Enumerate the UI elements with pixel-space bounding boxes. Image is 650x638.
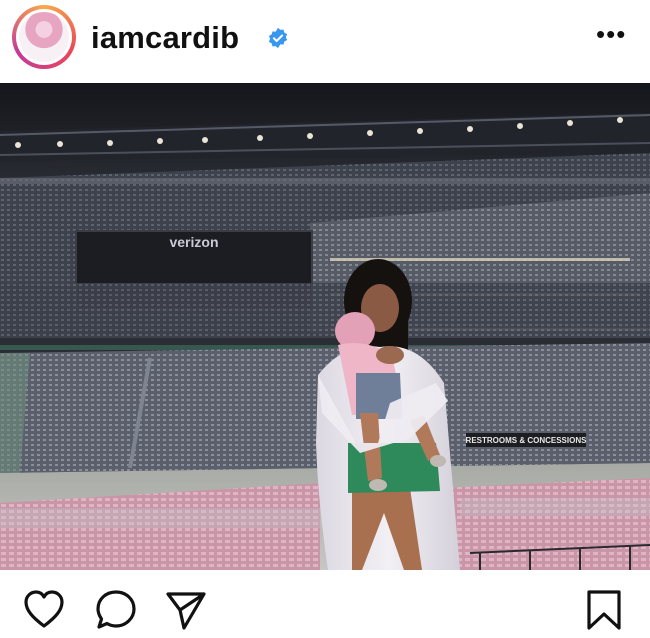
stadium-photo: verizon RESTROOMS & CONCESSIONS: [0, 83, 650, 570]
post-photo[interactable]: verizon RESTROOMS & CONCESSIONS: [0, 83, 650, 570]
scoreboard-logo: verizon: [169, 234, 218, 250]
username-link[interactable]: iamcardib: [91, 20, 239, 56]
bookmark-icon[interactable]: [582, 588, 626, 632]
avatar[interactable]: [12, 5, 76, 69]
avatar-image: [19, 12, 69, 62]
action-bar: [0, 572, 650, 638]
avatar-frame: [16, 9, 72, 65]
heart-icon[interactable]: [22, 588, 66, 632]
restrooms-sign: RESTROOMS & CONCESSIONS: [466, 436, 588, 445]
verified-badge-icon: [268, 27, 288, 49]
post-header: iamcardib •••: [0, 0, 650, 82]
more-options-icon[interactable]: •••: [596, 21, 626, 47]
share-icon[interactable]: [164, 588, 208, 632]
comment-icon[interactable]: [94, 588, 138, 632]
